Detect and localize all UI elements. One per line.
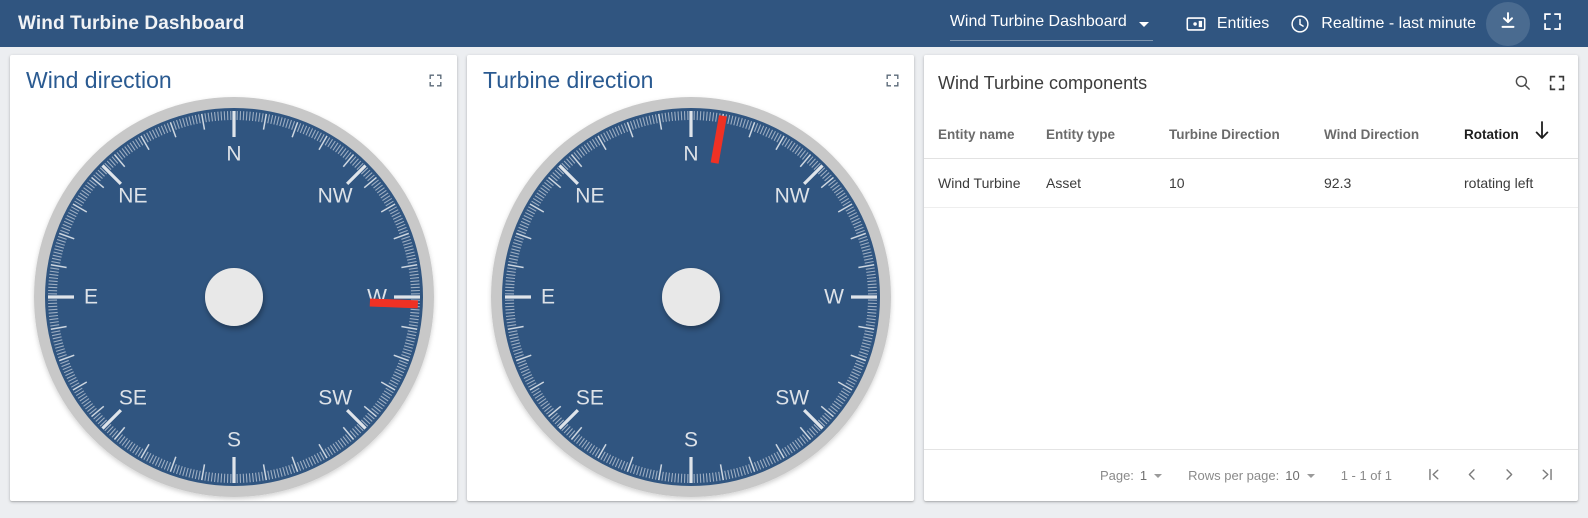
page-select[interactable]: 1 (1139, 468, 1163, 483)
chevron-down-icon (1306, 473, 1315, 478)
table-title: Wind Turbine components (938, 73, 1148, 93)
entities-button[interactable]: Entities (1175, 0, 1279, 47)
cell-entity-type: Asset (1046, 175, 1082, 191)
next-page-button[interactable] (1490, 457, 1528, 495)
expand-icon[interactable] (885, 73, 900, 93)
rows-per-page-select[interactable]: 10 (1285, 468, 1315, 483)
timewindow-button[interactable]: Realtime - last minute (1279, 0, 1486, 47)
cell-wind-direction: 92.3 (1324, 175, 1352, 191)
dashboard-select-value: Wind Turbine Dashboard (949, 13, 1127, 30)
compass-label-nw: NW (317, 184, 352, 207)
cell-entity-name: Wind Turbine (938, 175, 1021, 191)
app-toolbar: Wind Turbine Dashboard Wind Turbine Dash… (0, 0, 1588, 47)
compass-label-sw: SW (318, 387, 352, 410)
previous-page-button[interactable] (1452, 457, 1490, 495)
column-header-turbine-direction[interactable]: Turbine Direction (1169, 127, 1280, 142)
chevron-down-icon (1138, 21, 1149, 27)
wind-turbine-components-widget: Wind Turbine components Entity name Enti… (924, 55, 1578, 501)
cell-rotation: rotating left (1464, 175, 1534, 191)
column-header-rotation[interactable]: Rotation (1464, 127, 1519, 142)
column-header-wind-direction[interactable]: Wind Direction (1324, 127, 1419, 142)
compass-label-nw: NW (774, 184, 809, 207)
compass-label-ne: NE (118, 184, 147, 207)
first-page-button[interactable] (1414, 457, 1452, 495)
wind-direction-title: Wind direction (26, 67, 172, 93)
table-paginator: Page: 1 Rows per page: 10 1 - 1 of 1 (924, 449, 1578, 501)
chevron-right-icon (1501, 466, 1518, 486)
turbine-compass-container: N NW W SW S SE E NE (467, 93, 914, 501)
rows-per-page-value: 10 (1285, 468, 1300, 483)
arrow-down-icon[interactable] (1533, 120, 1551, 147)
compass-label-se: SE (575, 387, 603, 410)
compass-label-se: SE (118, 387, 146, 410)
turbine-direction-title: Turbine direction (483, 67, 654, 93)
turbine-compass: N NW W SW S SE E NE (487, 93, 895, 501)
expand-icon[interactable] (428, 73, 443, 93)
first-page-icon (1425, 466, 1442, 486)
toolbar-actions: Wind Turbine Dashboard Entities Realtime (949, 0, 1588, 47)
app-title: Wind Turbine Dashboard (18, 12, 245, 34)
download-icon (1497, 10, 1519, 37)
table-header-row: Entity name Entity type Turbine Directio… (924, 109, 1578, 159)
compass-hub (204, 268, 263, 326)
page-select-value: 1 (1139, 468, 1148, 483)
wind-direction-widget: Wind direction N NW W SW S SE E NE (10, 55, 457, 501)
compass-label-e: E (83, 286, 97, 309)
entities-label: Entities (1216, 14, 1270, 32)
compass-label-w: W (824, 286, 844, 309)
chevron-down-icon (1154, 473, 1163, 478)
table-actions (1513, 73, 1566, 92)
turbine-direction-widget: Turbine direction N NW W SW S SE E NE (467, 55, 914, 501)
dashboard-select[interactable]: Wind Turbine Dashboard (949, 7, 1153, 41)
compass-label-n: N (683, 143, 698, 166)
compass-label-e: E (540, 286, 554, 309)
compass-label-s: S (226, 429, 240, 452)
fullscreen-icon[interactable] (1548, 74, 1566, 92)
clock-icon (1289, 13, 1311, 35)
timewindow-label: Realtime - last minute (1321, 14, 1476, 32)
wind-compass-container: N NW W SW S SE E NE (10, 93, 457, 501)
entities-icon (1185, 13, 1207, 35)
chevron-left-icon (1463, 466, 1480, 486)
compass-hub (661, 268, 720, 326)
compass-label-ne: NE (575, 184, 604, 207)
wind-compass: N NW W SW S SE E NE (30, 93, 438, 501)
column-header-entity-name[interactable]: Entity name (938, 127, 1015, 142)
page-label: Page: (1099, 468, 1134, 483)
compass-label-s: S (683, 429, 697, 452)
last-page-button[interactable] (1528, 457, 1566, 495)
fullscreen-button[interactable] (1530, 2, 1574, 46)
cell-turbine-direction: 10 (1169, 175, 1185, 191)
column-header-entity-type[interactable]: Entity type (1046, 127, 1115, 142)
rows-per-page-label: Rows per page: (1188, 468, 1280, 483)
fullscreen-icon (1542, 11, 1563, 37)
compass-needle (369, 298, 418, 309)
compass-label-n: N (226, 143, 241, 166)
download-button[interactable] (1486, 1, 1530, 46)
dashboard-body: Wind direction N NW W SW S SE E NE Turbine dire… (0, 47, 1588, 518)
last-page-icon (1539, 466, 1556, 486)
page-range-label: 1 - 1 of 1 (1340, 468, 1392, 483)
compass-label-sw: SW (775, 387, 809, 410)
search-icon[interactable] (1513, 73, 1532, 92)
table-row[interactable]: Wind Turbine Asset 10 92.3 rotating left (924, 159, 1578, 208)
